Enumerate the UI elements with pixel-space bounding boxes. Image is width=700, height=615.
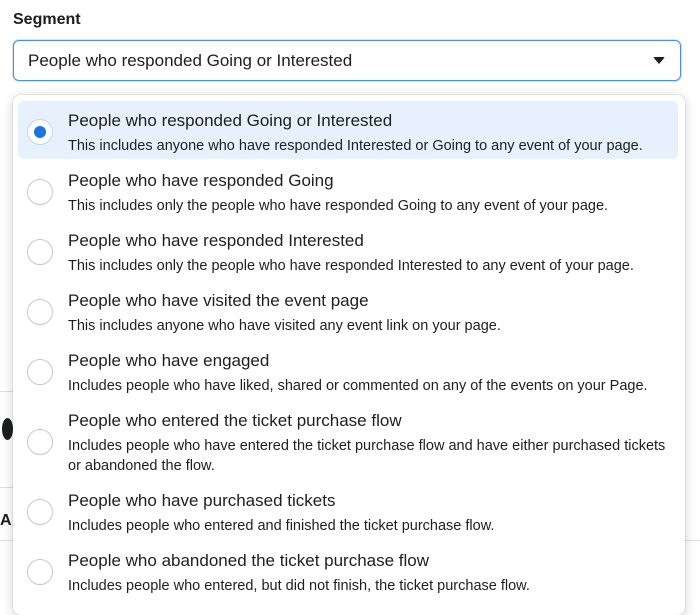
option-description: This includes anyone who have visited an… [68,318,501,334]
radio-selected-dot [34,126,46,138]
option-title: People who entered the ticket purchase f… [68,411,402,430]
radio-button[interactable] [27,239,53,265]
chevron-down-icon[interactable] [653,57,665,64]
segment-option[interactable]: People who have visited the event page T… [18,281,678,339]
segment-option[interactable]: People who abandoned the ticket purchase… [18,541,678,599]
option-title: People who have engaged [68,351,270,370]
segment-selected-value: People who responded Going or Interested [28,51,353,70]
option-title: People who responded Going or Interested [68,111,393,130]
option-description: Includes people who have entered the tic… [68,438,666,474]
background-fragment [2,418,13,440]
option-description: This includes only the people who have r… [68,198,609,214]
option-title: People who have responded Interested [68,231,364,250]
option-title: People who have responded Going [68,171,334,190]
option-title: People who have purchased tickets [68,491,336,510]
option-title: People who have visited the event page [68,291,369,310]
radio-button[interactable] [27,119,53,145]
segment-option[interactable]: People who have responded Interested Thi… [18,221,678,279]
radio-button[interactable] [27,429,53,455]
option-description: This includes only the people who have r… [68,258,634,274]
segment-dropdown-menu: People who responded Going or Interested… [13,95,685,615]
background-divider [0,391,13,392]
segment-option[interactable]: People who have responded Going This inc… [18,161,678,219]
segment-option[interactable]: People who have purchased tickets Includ… [18,481,678,539]
background-divider [0,487,13,488]
segment-option[interactable]: People who responded Going or Interested… [18,101,678,159]
option-description: This includes anyone who have responded … [68,138,643,154]
radio-button[interactable] [27,499,53,525]
option-title: People who abandoned the ticket purchase… [68,551,430,570]
segment-label: Segment [13,11,81,28]
option-description: Includes people who entered, but did not… [68,578,530,594]
background-fragment: A [0,512,12,528]
radio-button[interactable] [27,179,53,205]
radio-button[interactable] [27,359,53,385]
radio-button[interactable] [27,299,53,325]
segment-option[interactable]: People who entered the ticket purchase f… [18,401,678,479]
radio-button[interactable] [27,559,53,585]
segment-select[interactable]: People who responded Going or Interested [13,40,681,81]
option-description: Includes people who have liked, shared o… [68,378,648,394]
option-description: Includes people who entered and finished… [68,518,495,534]
background-divider [0,540,13,541]
segment-option[interactable]: People who have engaged Includes people … [18,341,678,399]
background-divider [685,540,700,541]
